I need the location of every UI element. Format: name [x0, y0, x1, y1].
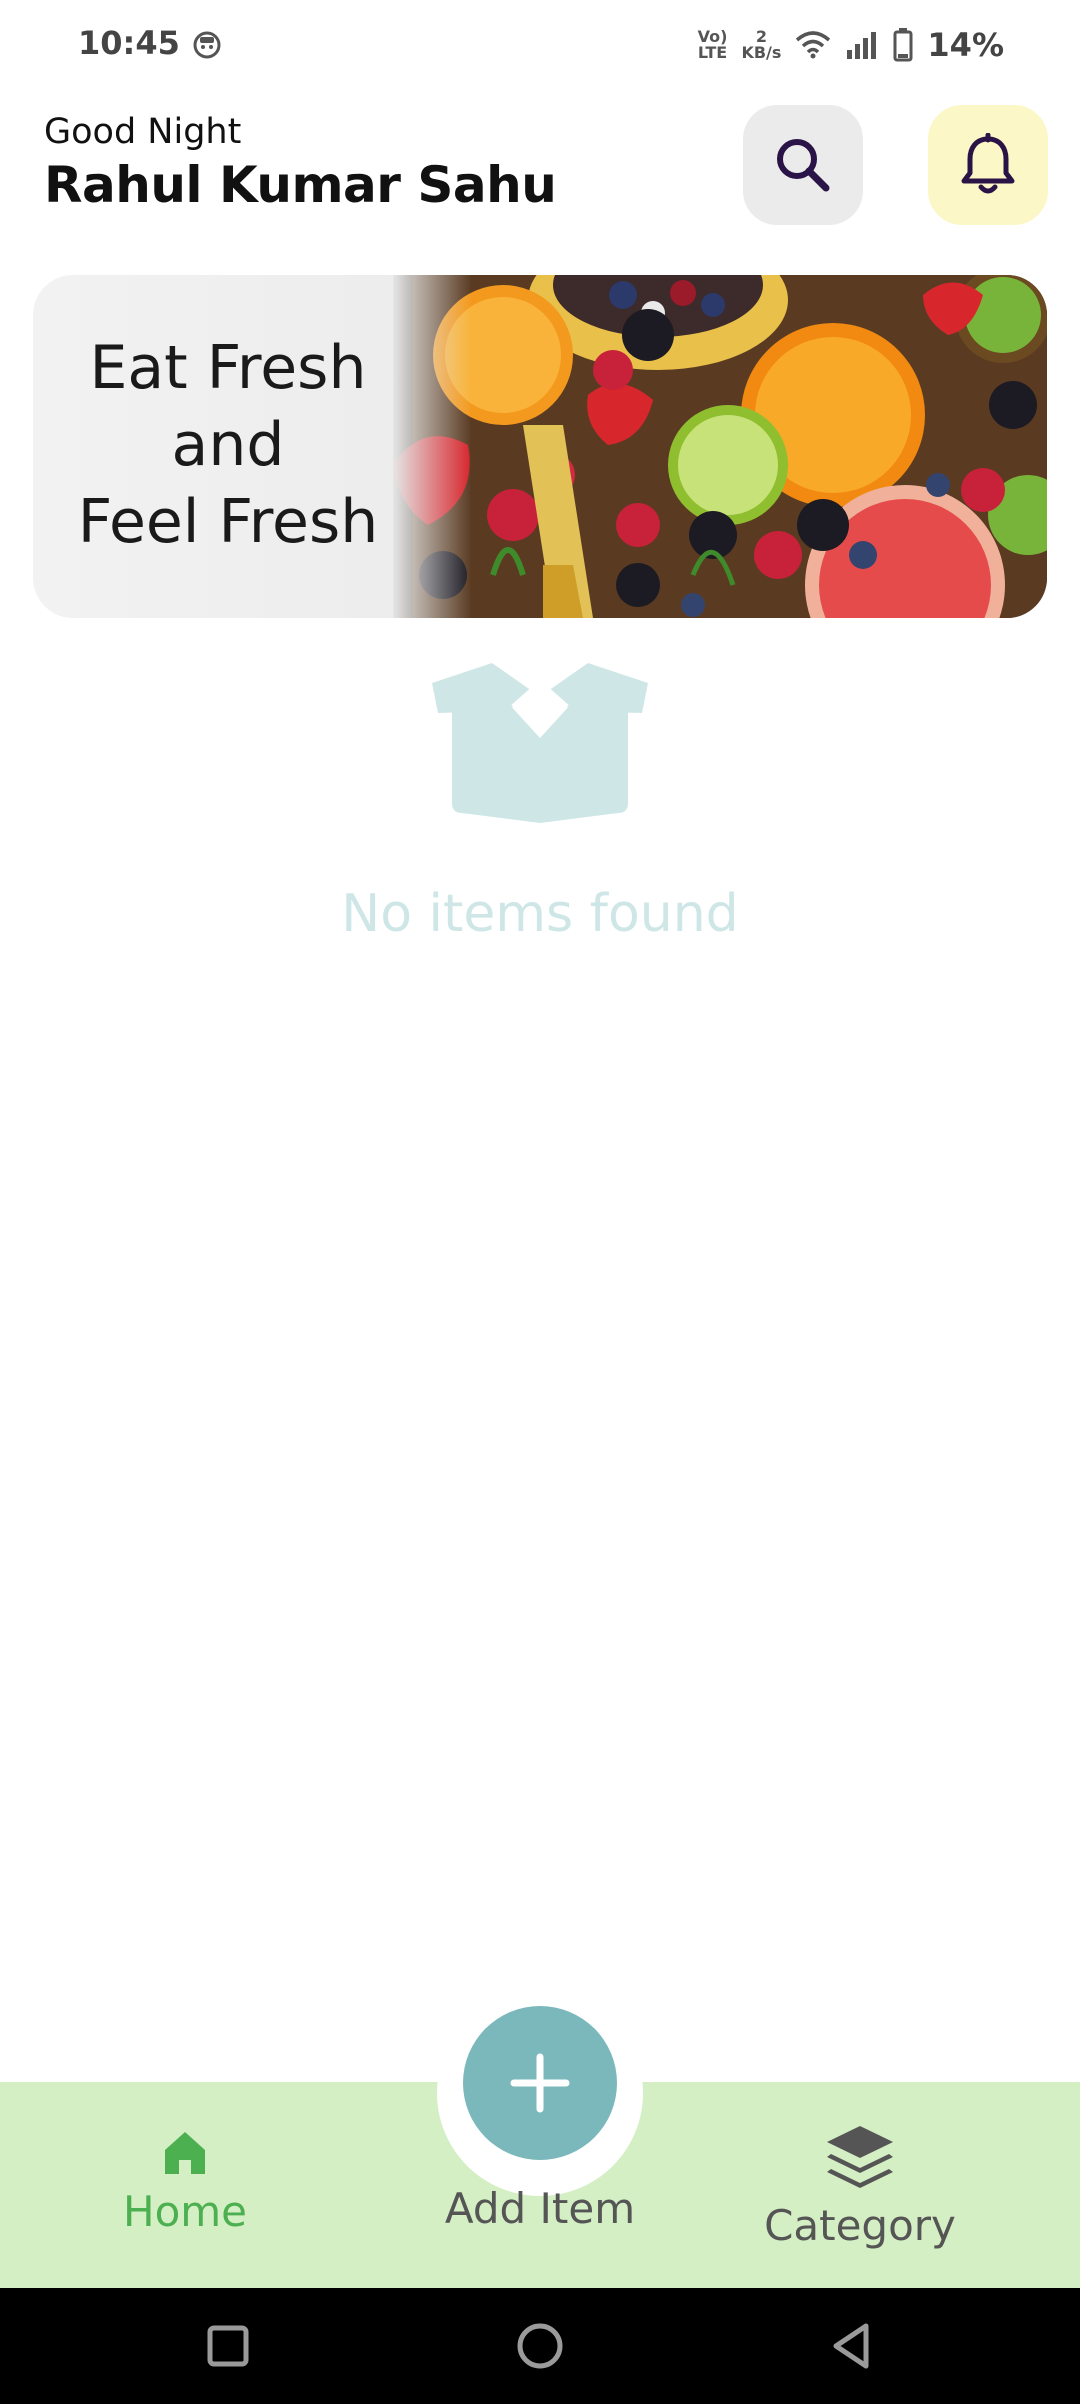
nav-add-item[interactable]: Add Item — [380, 2184, 700, 2233]
home-icon — [165, 2132, 205, 2174]
empty-state-message: No items found — [341, 884, 739, 944]
empty-box-icon — [432, 663, 648, 823]
search-button[interactable] — [743, 105, 863, 225]
promo-banner[interactable]: Eat Fresh and Feel Fresh — [33, 275, 1047, 618]
add-item-button[interactable] — [463, 2006, 617, 2160]
status-indicators: Vo) LTE 2 KB/s 14% — [698, 20, 1004, 70]
signal-icon — [847, 32, 877, 59]
search-icon — [777, 139, 830, 192]
layers-icon — [827, 2126, 893, 2188]
nav-home-label: Home — [122, 2187, 248, 2236]
notifications-button[interactable] — [928, 105, 1048, 225]
banner-line-3: Feel Fresh — [77, 487, 379, 557]
status-time: 10:45 — [78, 24, 180, 62]
system-navigation-bar — [0, 2288, 1080, 2404]
bell-icon — [961, 133, 1015, 194]
back-button[interactable] — [822, 2316, 882, 2376]
battery-icon — [893, 28, 913, 62]
fruits-image — [393, 275, 1047, 618]
network-speed: 2 KB/s — [741, 27, 782, 62]
wifi-icon — [796, 31, 831, 59]
greeting-text: Good Night — [44, 112, 242, 152]
status-bar: 10:45 Vo) LTE 2 KB/s 14% — [0, 0, 1080, 90]
home-system-button[interactable] — [510, 2316, 570, 2376]
plus-icon — [510, 2053, 570, 2113]
banner-line-2: and — [171, 410, 285, 480]
nav-category-label: Category — [764, 2201, 956, 2250]
volte-indicator: Vo) LTE — [697, 27, 728, 62]
notification-face-icon — [193, 31, 221, 59]
banner-text: Eat Fresh and Feel Fresh — [33, 330, 423, 561]
nav-category[interactable]: Category — [730, 2124, 990, 2250]
nav-home[interactable]: Home — [90, 2128, 280, 2236]
recents-button[interactable] — [198, 2316, 258, 2376]
user-name: Rahul Kumar Sahu — [44, 156, 557, 214]
battery-percent: 14% — [927, 26, 1004, 64]
nav-add-item-label: Add Item — [444, 2184, 636, 2233]
banner-line-1: Eat Fresh — [89, 333, 367, 403]
